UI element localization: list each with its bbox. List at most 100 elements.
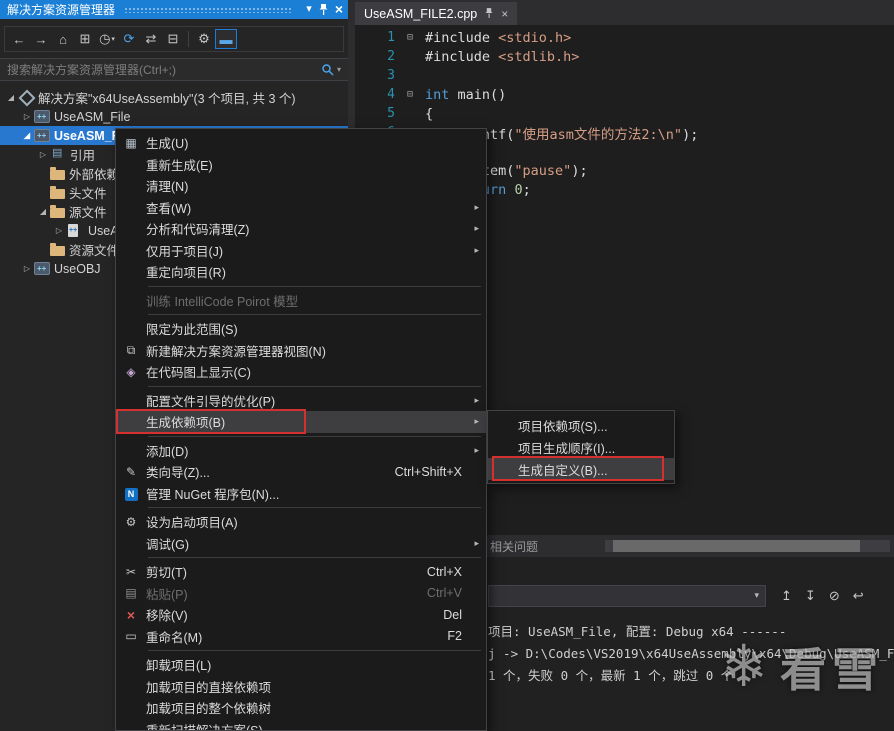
folder-icon bbox=[50, 166, 65, 180]
search-input[interactable] bbox=[7, 62, 318, 77]
collapse-arrow-icon[interactable]: ◢ bbox=[20, 131, 34, 140]
sync-with-active-document-icon[interactable]: ⟳ bbox=[118, 29, 140, 49]
submenu-arrow-icon: ▸ bbox=[474, 444, 479, 455]
code-line: 3 bbox=[355, 66, 894, 85]
menu-item-retarget[interactable]: 重定向项目(R) bbox=[116, 261, 486, 283]
menu-item-build[interactable]: ▦ 生成(U) bbox=[116, 132, 486, 154]
collapse-arrow-icon[interactable]: ◢ bbox=[4, 93, 18, 102]
menu-item-label: 训练 IntelliCode Poirot 模型 bbox=[146, 294, 299, 309]
menu-item-class-wizard[interactable]: ✎ 类向导(Z)... Ctrl+Shift+X bbox=[116, 461, 486, 483]
tree-item-label: 资源文件 bbox=[69, 244, 120, 258]
forward-icon[interactable]: → bbox=[30, 29, 52, 49]
menu-item-shortcut: F2 bbox=[447, 629, 462, 644]
menu-separator bbox=[148, 385, 481, 387]
fold-marker-icon[interactable]: ⊟ bbox=[407, 32, 425, 43]
tab-pin-icon[interactable] bbox=[485, 8, 493, 19]
titlebar-grip bbox=[124, 7, 293, 13]
menu-item-label: 查看(W) bbox=[146, 201, 192, 216]
menu-item-analyze[interactable]: 分析和代码清理(Z) ▸ bbox=[116, 218, 486, 240]
tree-item-label: 源文件 bbox=[69, 206, 107, 220]
preview-selected-items-icon[interactable]: ▬ bbox=[215, 29, 237, 49]
menu-separator bbox=[148, 435, 481, 437]
menu-item-label: 移除(V) bbox=[146, 609, 188, 624]
menu-item-show-on-code-map[interactable]: ◈ 在代码图上显示(C) bbox=[116, 361, 486, 383]
menu-item-train-intellicode[interactable]: 训练 IntelliCode Poirot 模型 bbox=[116, 290, 486, 312]
search-options-caret-icon[interactable]: ▾ bbox=[337, 65, 341, 74]
menu-item-new-explorer-view[interactable]: ⧉ 新建解决方案资源管理器视图(N) bbox=[116, 340, 486, 362]
code-line: 1 ⊟ #include <stdio.h> bbox=[355, 28, 894, 47]
menu-item-project-dependencies[interactable]: 项目依赖项(S)... bbox=[488, 414, 674, 436]
menu-item-project-only[interactable]: 仅用于项目(J) ▸ bbox=[116, 240, 486, 262]
menu-item-label: 卸载项目(L) bbox=[146, 659, 212, 674]
jump-to-previous-message-icon[interactable]: ↥ bbox=[781, 588, 792, 604]
menu-item-set-startup-project[interactable]: ⚙ 设为启动项目(A) bbox=[116, 511, 486, 533]
output-source-dropdown[interactable]: ▾ bbox=[488, 585, 766, 607]
expand-arrow-icon[interactable]: ▷ bbox=[20, 264, 34, 273]
expand-arrow-icon[interactable]: ▷ bbox=[36, 150, 50, 159]
folder-icon bbox=[50, 185, 65, 199]
menu-item-label: 生成依赖项(B) bbox=[146, 416, 226, 431]
menu-item-add[interactable]: 添加(D) ▸ bbox=[116, 440, 486, 462]
horizontal-scrollbar[interactable] bbox=[605, 540, 890, 552]
menu-item-build-customizations[interactable]: 生成自定义(B)... bbox=[488, 458, 674, 480]
menu-item-rescan-solution[interactable]: 重新扫描解决方案(S) bbox=[116, 719, 486, 730]
scrollbar-thumb[interactable] bbox=[613, 540, 860, 552]
menu-item-view[interactable]: 查看(W) ▸ bbox=[116, 197, 486, 219]
solution-explorer-titlebar[interactable]: 解决方案资源管理器 ▾ × bbox=[0, 0, 348, 19]
menu-item-remove[interactable]: × 移除(V) Del bbox=[116, 604, 486, 626]
menu-item-load-entire-dependency-tree[interactable]: 加载项目的整个依赖树 bbox=[116, 697, 486, 719]
line-number: 4 bbox=[387, 87, 395, 102]
menu-item-build-dependencies[interactable]: 生成依赖项(B) ▸ bbox=[116, 411, 486, 433]
code-line: 5{ bbox=[355, 104, 894, 123]
home-icon[interactable]: ⌂ bbox=[52, 29, 74, 49]
tree-item-useasm-file[interactable]: ▷ UseASM_File bbox=[0, 107, 348, 126]
window-position-chevron-icon[interactable]: ▾ bbox=[306, 0, 312, 19]
menu-item-cut[interactable]: ✂ 剪切(T) Ctrl+X bbox=[116, 561, 486, 583]
submenu-arrow-icon: ▸ bbox=[474, 537, 479, 548]
menu-separator bbox=[148, 507, 481, 508]
back-icon[interactable]: ← bbox=[8, 29, 30, 49]
properties-icon[interactable]: ⚙ bbox=[193, 29, 215, 49]
tree-item-label: UseASM_File bbox=[54, 109, 131, 124]
panel-title: 解决方案资源管理器 bbox=[7, 3, 116, 17]
menu-separator bbox=[148, 650, 481, 651]
tab-useasm-file2-cpp[interactable]: UseASM_FILE2.cpp × bbox=[355, 2, 518, 25]
menu-item-unload-project[interactable]: 卸载项目(L) bbox=[116, 654, 486, 676]
collapse-arrow-icon[interactable]: ◢ bbox=[36, 207, 50, 216]
close-icon[interactable]: × bbox=[335, 0, 343, 19]
collapse-all-icon[interactable]: ⊟ bbox=[162, 29, 184, 49]
pin-icon[interactable] bbox=[319, 3, 328, 16]
menu-item-pgo[interactable]: 配置文件引导的优化(P) ▸ bbox=[116, 390, 486, 412]
jump-to-next-message-icon[interactable]: ↧ bbox=[805, 588, 816, 604]
toggle-word-wrap-icon[interactable]: ↩ bbox=[853, 588, 864, 604]
menu-item-load-direct-dependencies[interactable]: 加载项目的直接依赖项 bbox=[116, 676, 486, 698]
clear-all-icon[interactable]: ⊘ bbox=[829, 588, 840, 604]
menu-item-label: 设为启动项目(A) bbox=[146, 516, 238, 531]
pending-changes-filter-icon[interactable]: ◷ ▾ bbox=[96, 29, 118, 49]
new-view-icon: ⧉ bbox=[126, 342, 136, 357]
menu-item-rebuild[interactable]: 重新生成(E) bbox=[116, 154, 486, 176]
menu-item-scope-to-this[interactable]: 限定为此范围(S) bbox=[116, 318, 486, 340]
code-text: int main() bbox=[425, 86, 507, 103]
tab-close-icon[interactable]: × bbox=[501, 7, 508, 21]
search-icon[interactable] bbox=[321, 63, 334, 76]
menu-item-label: 项目依赖项(S)... bbox=[518, 419, 608, 434]
menu-item-clean[interactable]: 清理(N) bbox=[116, 175, 486, 197]
menu-item-label: 生成自定义(B)... bbox=[518, 463, 608, 478]
expand-arrow-icon[interactable]: ▷ bbox=[52, 226, 66, 235]
menu-item-project-build-order[interactable]: 项目生成顺序(I)... bbox=[488, 436, 674, 458]
fold-marker-icon[interactable]: ⊟ bbox=[407, 89, 425, 100]
menu-item-label: 重定向项目(R) bbox=[146, 266, 226, 281]
tree-item-solution[interactable]: ◢ 解决方案"x64UseAssembly"(3 个项目, 共 3 个) bbox=[0, 88, 348, 107]
menu-item-debug[interactable]: 调试(G) ▸ bbox=[116, 533, 486, 555]
menu-item-paste[interactable]: ▤ 粘贴(P) Ctrl+V bbox=[116, 583, 486, 605]
menu-item-rename[interactable]: ▭ 重命名(M) F2 bbox=[116, 626, 486, 648]
menu-item-shortcut: Ctrl+Shift+X bbox=[394, 464, 462, 479]
menu-item-label: 粘贴(P) bbox=[146, 587, 188, 602]
submenu-arrow-icon: ▸ bbox=[474, 394, 479, 405]
refresh-icon[interactable]: ⇄ bbox=[140, 29, 162, 49]
switch-views-icon[interactable]: ⊞ bbox=[74, 29, 96, 49]
expand-arrow-icon[interactable]: ▷ bbox=[20, 112, 34, 121]
menu-item-manage-nuget[interactable]: N 管理 NuGet 程序包(N)... bbox=[116, 483, 486, 505]
menu-item-label: 仅用于项目(J) bbox=[146, 244, 224, 259]
